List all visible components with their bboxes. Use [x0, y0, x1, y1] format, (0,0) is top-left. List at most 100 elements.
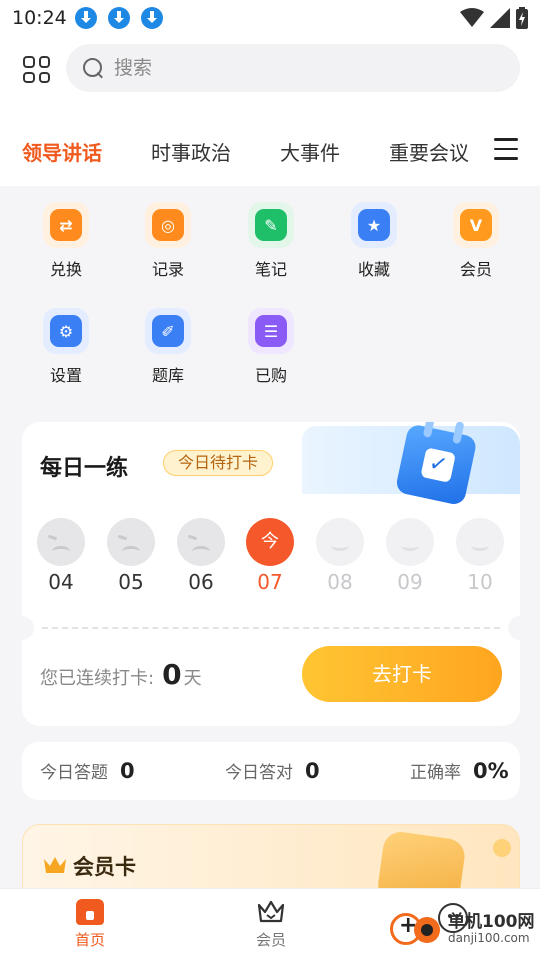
shortcut-label: 已购 [254, 366, 287, 385]
day-number: 06 [188, 570, 214, 594]
calendar-icon [390, 422, 487, 513]
settings-icon: ⚙ [50, 315, 82, 347]
shortcut-settings[interactable]: ⚙ 设置 [21, 308, 111, 386]
status-time: 10:24 [12, 7, 67, 29]
streak-info: 您已连续打卡: 0 天 [40, 658, 202, 691]
stat-value: 0% [473, 759, 509, 783]
status-bar: 10:24 [0, 0, 540, 36]
stat-value: 0 [305, 759, 320, 783]
decorative-ball [493, 839, 511, 857]
vip-card-title: 会员卡 [73, 855, 136, 879]
day-item-today[interactable]: 今 07 [245, 518, 295, 594]
shortcut-exchange[interactable]: ⇄ 兑换 [21, 202, 111, 280]
stat-value: 0 [120, 759, 135, 783]
shortcut-label: 记录 [151, 260, 184, 279]
day-number: 09 [397, 570, 423, 594]
search-bar[interactable] [66, 44, 520, 92]
streak-count: 0 [162, 658, 182, 691]
vip-icon: V [460, 209, 492, 241]
shortcut-favorites[interactable]: ★ 收藏 [329, 202, 419, 280]
sad-face-icon [37, 518, 85, 566]
crown-icon [44, 857, 66, 873]
day-number: 08 [327, 570, 353, 594]
search-input[interactable] [114, 57, 474, 79]
download-icon [140, 7, 163, 29]
note-icon: ✎ [255, 209, 287, 241]
week-checkin-row: 04 05 06 今 07 08 09 10 [36, 518, 506, 598]
shortcut-purchased[interactable]: ☰ 已购 [226, 308, 316, 386]
checkin-status-badge: 今日待打卡 [163, 450, 274, 476]
exchange-icon: ⇄ [50, 209, 82, 241]
ticket-notch [508, 616, 520, 640]
shortcut-label: 收藏 [357, 260, 390, 279]
wifi-icon [460, 8, 484, 27]
tab-current-politics[interactable]: 时事政治 [151, 137, 231, 166]
smile-face-icon [386, 518, 434, 566]
nav-home[interactable]: 首页 [45, 899, 135, 950]
smile-face-icon [456, 518, 504, 566]
stat-accuracy: 正确率 0% [410, 758, 509, 783]
battery-icon [516, 7, 528, 29]
shortcut-vip[interactable]: V 会员 [431, 202, 521, 280]
stat-label: 今日答对 [225, 763, 293, 783]
home-icon [76, 899, 104, 925]
nav-label: 会员 [255, 931, 286, 949]
tab-major-events[interactable]: 大事件 [280, 137, 340, 166]
day-number: 10 [467, 570, 493, 594]
day-item: 10 [455, 518, 505, 594]
download-icon [74, 7, 97, 29]
shortcut-record[interactable]: ◎ 记录 [123, 202, 213, 280]
smile-face-icon [316, 518, 364, 566]
sad-face-icon [177, 518, 225, 566]
record-icon: ◎ [152, 209, 184, 241]
menu-icon[interactable] [494, 138, 518, 160]
shortcut-label: 笔记 [254, 260, 287, 279]
day-item: 09 [385, 518, 435, 594]
grid-menu-icon[interactable] [23, 56, 50, 83]
ticket-notch [22, 616, 34, 640]
star-icon: ★ [358, 209, 390, 241]
shortcut-label: 会员 [459, 260, 492, 279]
streak-unit: 天 [183, 668, 202, 689]
day-item: 06 [176, 518, 226, 594]
shortcut-label: 题库 [151, 366, 184, 385]
watermark-logo-icon [390, 911, 440, 947]
crown-outline-icon [257, 900, 285, 923]
tab-important-meetings[interactable]: 重要会议 [389, 137, 469, 166]
day-item: 08 [315, 518, 365, 594]
bottom-nav: 首页 会员 单机100网 danji100.com [0, 888, 540, 960]
divider [42, 627, 500, 629]
header: 领导讲话 时事政治 大事件 重要会议 [0, 36, 540, 186]
stats-bar: 今日答题 0 今日答对 0 正确率 0% [22, 742, 520, 800]
nav-label: 首页 [74, 931, 105, 949]
shortcut-label: 设置 [49, 366, 82, 385]
tab-leader-speech[interactable]: 领导讲话 [22, 137, 102, 166]
today-marker: 今 [246, 518, 294, 566]
daily-practice-card: 每日一练 今日待打卡 04 05 06 今 07 08 09 10 您已连续打卡:… [22, 422, 520, 726]
watermark: 单机100网 danji100.com [390, 911, 535, 947]
shortcut-notes[interactable]: ✎ 笔记 [226, 202, 316, 280]
question-bank-icon: ✐ [152, 315, 184, 347]
day-number: 07 [257, 570, 283, 594]
stat-correct: 今日答对 0 [225, 758, 320, 783]
day-number: 05 [118, 570, 144, 594]
purchased-icon: ☰ [255, 315, 287, 347]
signal-icon [490, 8, 510, 28]
category-tabs: 领导讲话 时事政治 大事件 重要会议 [0, 126, 540, 176]
stat-label: 今日答题 [40, 763, 108, 783]
shortcut-label: 兑换 [49, 260, 82, 279]
day-number: 04 [48, 570, 74, 594]
stat-label: 正确率 [410, 763, 461, 783]
daily-title: 每日一练 [40, 456, 129, 481]
streak-label: 您已连续打卡: [40, 668, 155, 689]
watermark-url: danji100.com [448, 930, 530, 945]
stat-answered: 今日答题 0 [40, 758, 135, 783]
watermark-name: 单机100网 [448, 911, 535, 932]
search-icon [82, 57, 104, 79]
checkin-button[interactable]: 去打卡 [302, 646, 502, 702]
nav-vip[interactable]: 会员 [226, 899, 316, 950]
shortcut-question-bank[interactable]: ✐ 题库 [123, 308, 213, 386]
sad-face-icon [107, 518, 155, 566]
day-item: 05 [106, 518, 156, 594]
day-item: 04 [36, 518, 86, 594]
